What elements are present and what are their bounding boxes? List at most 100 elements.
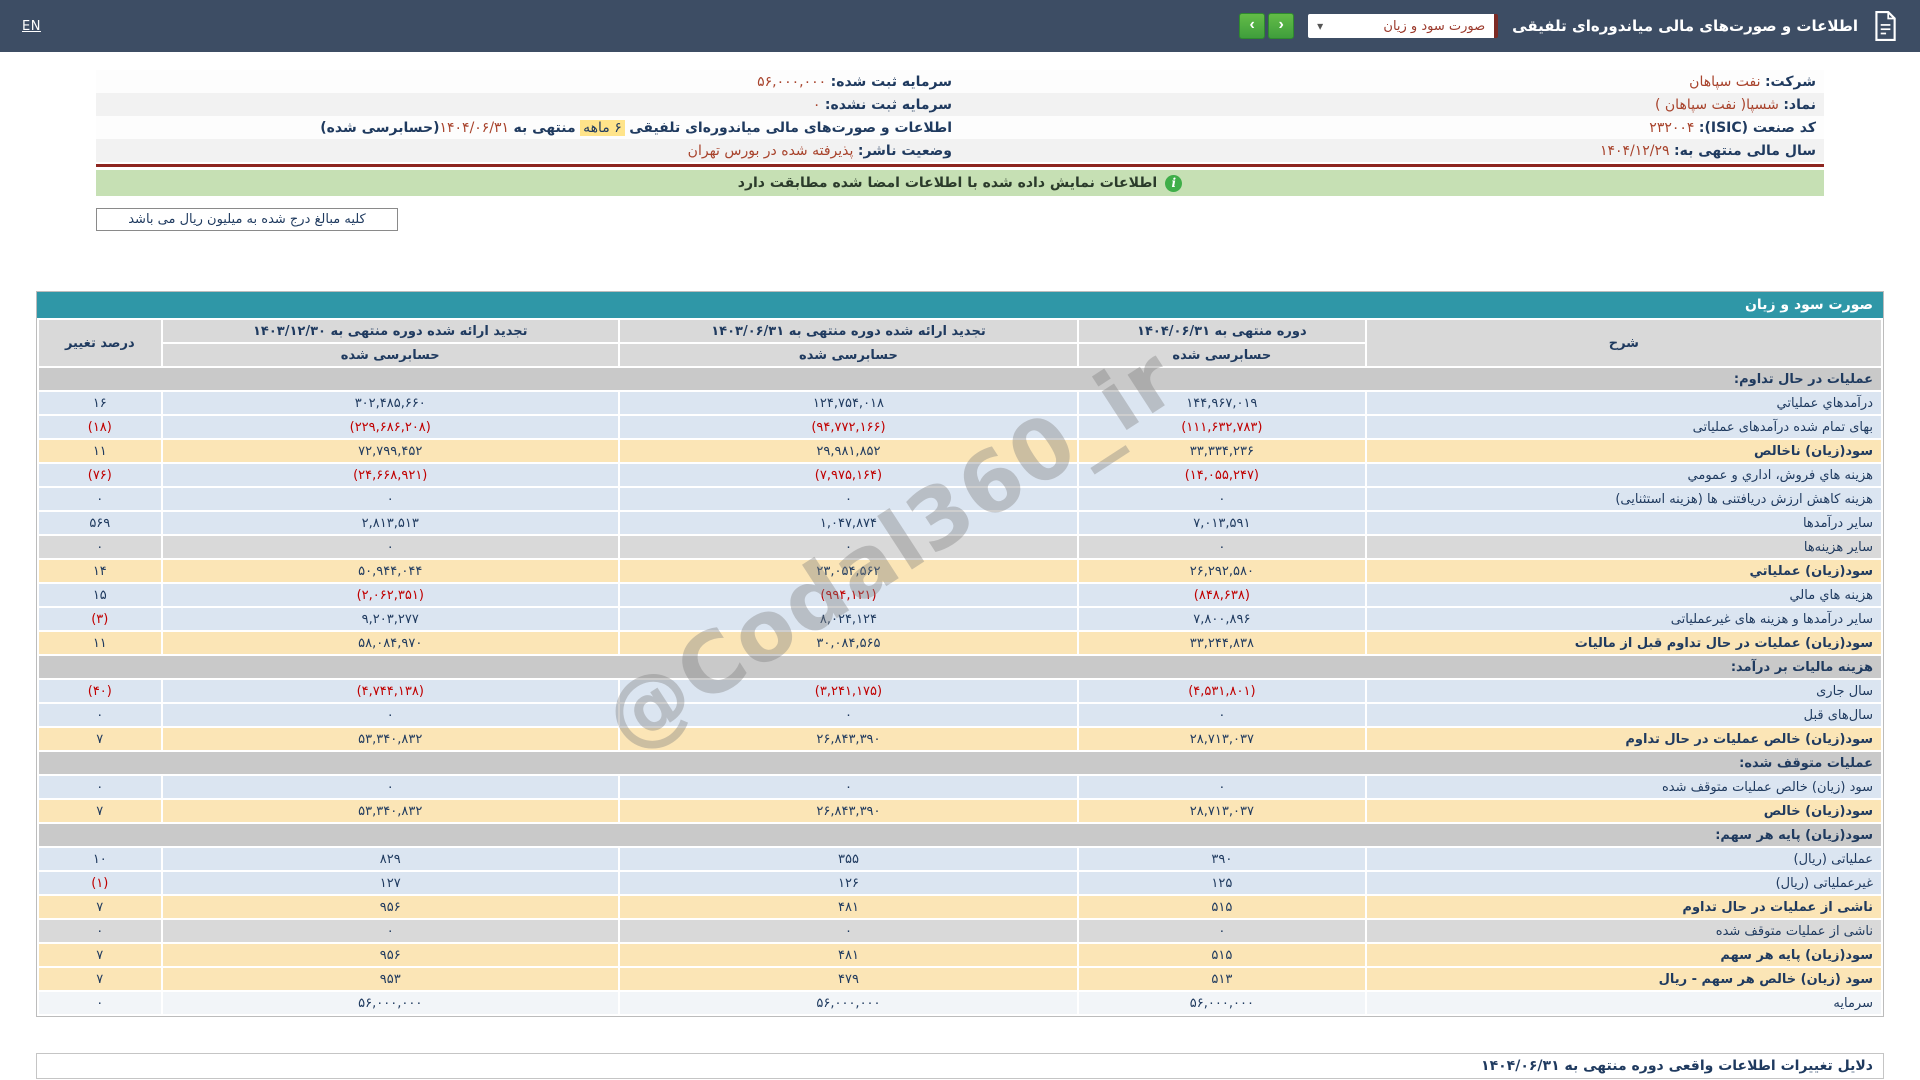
cell-value: ۳۵۵ (619, 847, 1078, 871)
row-label: سایر هزینه‌ها (1366, 535, 1882, 559)
cell-value: (۱۴,۰۵۵,۲۴۷) (1078, 463, 1366, 487)
cell-value: ۵۸,۰۸۴,۹۷۰ (162, 631, 619, 655)
cell-value: ۰ (162, 919, 619, 943)
issuer-status-label: وضعیت ناشر: (858, 143, 952, 159)
cell-value: ۵۶,۰۰۰,۰۰۰ (1078, 991, 1366, 1015)
table-row: سال‌های قبل۰۰۰۰ (38, 703, 1882, 727)
cell-value: ۱۴۴,۹۶۷,۰۱۹ (1078, 391, 1366, 415)
table-row: سود (زیان) خالص هر سهم - ریال۵۱۳۴۷۹۹۵۳۷ (38, 967, 1882, 991)
row-label: سود(زيان) ناخالص (1366, 439, 1882, 463)
cell-value: ۱,۰۴۷,۸۷۴ (619, 511, 1078, 535)
cell-value: (۱۱۱,۶۳۲,۷۸۳) (1078, 415, 1366, 439)
table-row: هزینه کاهش ارزش دریافتنی ها (هزینه استثن… (38, 487, 1882, 511)
cell-value: ۷ (38, 943, 162, 967)
cell-value: ۳۳,۲۴۴,۸۳۸ (1078, 631, 1366, 655)
cell-value: ۴۷۹ (619, 967, 1078, 991)
cell-value: ۹۵۶ (162, 895, 619, 919)
cell-value: ۱۴ (38, 559, 162, 583)
company-info: شرکت: نفت سپاهان سرمایه ثبت شده: ۵۶,۰۰۰,… (96, 70, 1824, 162)
table-row: سود(زيان) عمليات در حال تداوم قبل از مال… (38, 631, 1882, 655)
cell-value: (۱۸) (38, 415, 162, 439)
income-statement: صورت سود و زیان شرح دوره منتهی به ۱۴۰۴/۰… (36, 291, 1884, 1017)
units-note: کلیه مبالغ درج شده به میلیون ریال می باش… (96, 208, 398, 231)
prev-statement-button[interactable]: ‹ (1239, 13, 1265, 39)
row-label: سود (زیان) خالص هر سهم - ریال (1366, 967, 1882, 991)
statement-type-select[interactable]: صورت سود و زیان ▾ (1308, 14, 1498, 38)
cell-value: ۲,۸۱۳,۵۱۳ (162, 511, 619, 535)
table-row: سایر هزینه‌ها۰۰۰۰ (38, 535, 1882, 559)
cell-value: ۰ (619, 775, 1078, 799)
row-label: سود(زيان) خالص عمليات در حال تداوم (1366, 727, 1882, 751)
cell-value: ۳۰,۰۸۴,۵۶۵ (619, 631, 1078, 655)
cell-value: ۷ (38, 799, 162, 823)
col-period-annual: تجدید ارائه شده دوره منتهی به ۱۴۰۳/۱۲/۳۰ (162, 319, 619, 343)
cell-value: ۲۶,۸۴۳,۳۹۰ (619, 727, 1078, 751)
table-row: سایر درآمدها و هزینه های غیرعملیاتی۷,۸۰۰… (38, 607, 1882, 631)
top-bar: اطلاعات و صورت‌های مالی میاندوره‌ای تلفی… (0, 0, 1920, 52)
cell-value: ۱۱ (38, 631, 162, 655)
row-label: سال جاری (1366, 679, 1882, 703)
table-row: ناشی از عملیات در حال تداوم۵۱۵۴۸۱۹۵۶۷ (38, 895, 1882, 919)
cell-value: ۱۲۵ (1078, 871, 1366, 895)
cell-value: ۱۲۴,۷۵۴,۰۱۸ (619, 391, 1078, 415)
statement-nav-buttons: ‹ › (1239, 13, 1294, 39)
cell-value: ۳۹۰ (1078, 847, 1366, 871)
cell-value: ۳۰۲,۴۸۵,۶۶۰ (162, 391, 619, 415)
period-prefix: اطلاعات و صورت‌های مالی میاندوره‌ای تلفی… (629, 120, 952, 136)
registered-capital-field: سرمایه ثبت شده: ۵۶,۰۰۰,۰۰۰ (96, 73, 960, 91)
cell-value: ۸۲۹ (162, 847, 619, 871)
cell-value: ۸,۰۲۴,۱۲۴ (619, 607, 1078, 631)
cell-value: ۱۲۷ (162, 871, 619, 895)
table-row: هزينه هاي فروش، اداري و عمومي(۱۴,۰۵۵,۲۴۷… (38, 463, 1882, 487)
table-row: سود (زیان) خالص عملیات متوقف شده۰۰۰۰ (38, 775, 1882, 799)
cell-value: (۳,۲۴۱,۱۷۵) (619, 679, 1078, 703)
registered-capital-value: ۵۶,۰۰۰,۰۰۰ (757, 74, 826, 90)
cell-value: ۰ (1078, 919, 1366, 943)
report-document-icon[interactable] (1872, 11, 1898, 41)
cell-value: ۷ (38, 895, 162, 919)
language-toggle-en[interactable]: EN (22, 19, 41, 34)
report-period-field: اطلاعات و صورت‌های مالی میاندوره‌ای تلفی… (96, 119, 960, 137)
row-label: هزینه کاهش ارزش دریافتنی ها (هزینه استثن… (1366, 487, 1882, 511)
cell-value: (۱) (38, 871, 162, 895)
cell-value: ۹,۲۰۳,۲۷۷ (162, 607, 619, 631)
company-field: شرکت: نفت سپاهان (960, 73, 1824, 91)
row-label: ناشی از عملیات متوقف شده (1366, 919, 1882, 943)
cell-value: ۵۳,۳۴۰,۸۳۲ (162, 799, 619, 823)
cell-value: ۹۵۳ (162, 967, 619, 991)
row-label: عملیاتی (ریال) (1366, 847, 1882, 871)
row-label: سود(زيان) عمليات در حال تداوم قبل از مال… (1366, 631, 1882, 655)
income-statement-table: شرح دوره منتهی به ۱۴۰۴/۰۶/۳۱ تجدید ارائه… (37, 318, 1883, 1016)
table-row: هزينه هاي مالي(۸۴۸,۶۳۸)(۹۹۴,۱۲۱)(۲,۰۶۲,۳… (38, 583, 1882, 607)
symbol-value: شسپا( نفت سپاهان ) (1655, 97, 1779, 113)
row-label: سرمایه (1366, 991, 1882, 1015)
cell-value: ۴۸۱ (619, 895, 1078, 919)
cell-value: ۹۵۶ (162, 943, 619, 967)
cell-value: ۵۱۳ (1078, 967, 1366, 991)
cell-value: ۰ (38, 535, 162, 559)
cell-value: ۷,۰۱۳,۵۹۱ (1078, 511, 1366, 535)
col-percent-change: درصد تغییر (38, 319, 162, 367)
cell-value: ۲۳,۰۵۴,۵۶۲ (619, 559, 1078, 583)
cell-value: ۰ (38, 775, 162, 799)
table-row: سود(زیان) پایه هر سهم۵۱۵۴۸۱۹۵۶۷ (38, 943, 1882, 967)
cell-value: ۰ (38, 991, 162, 1015)
cell-value: ۵۱۵ (1078, 943, 1366, 967)
cell-value: ۵۰,۹۴۴,۰۴۴ (162, 559, 619, 583)
cell-value: ۲۸,۷۱۳,۰۳۷ (1078, 727, 1366, 751)
row-label: سال‌های قبل (1366, 703, 1882, 727)
income-statement-title: صورت سود و زیان (37, 292, 1883, 318)
next-statement-button[interactable]: › (1268, 13, 1294, 39)
period-suffix: (حسابرسی شده) (320, 120, 439, 136)
cell-value: ۷ (38, 727, 162, 751)
company-info-row: کد صنعت (ISIC): ۲۳۲۰۰۴ اطلاعات و صورت‌ها… (96, 116, 1824, 139)
page-title: اطلاعات و صورت‌های مالی میاندوره‌ای تلفی… (1512, 17, 1858, 35)
cell-value: ۲۸,۷۱۳,۰۳۷ (1078, 799, 1366, 823)
section-row: عملیات متوقف شده: (38, 751, 1882, 775)
signed-data-banner-text: اطلاعات نمایش داده شده با اطلاعات امضا ش… (738, 175, 1157, 191)
table-row: بهای تمام شده درآمدهای عملیاتی(۱۱۱,۶۳۲,۷… (38, 415, 1882, 439)
section-row: سود(زیان) پایه هر سهم: (38, 823, 1882, 847)
info-divider (96, 164, 1824, 167)
cell-value: ۷ (38, 967, 162, 991)
isic-field: کد صنعت (ISIC): ۲۳۲۰۰۴ (960, 119, 1824, 137)
